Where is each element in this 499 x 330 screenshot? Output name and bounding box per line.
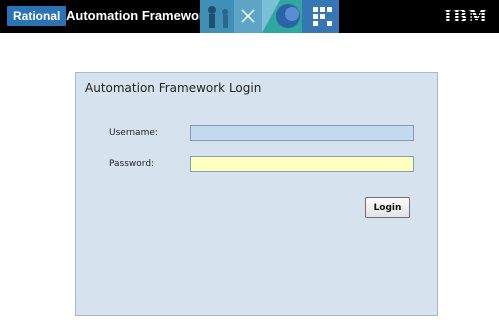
top-header-bar: Rational Automation Framework IBM xyxy=(0,0,499,33)
login-button[interactable]: Login xyxy=(365,197,410,218)
password-input[interactable] xyxy=(190,156,414,172)
rational-brand-badge: Rational xyxy=(7,6,67,26)
app-title: Automation Framework xyxy=(66,8,212,23)
username-input[interactable] xyxy=(190,125,414,141)
login-title: Automation Framework Login xyxy=(85,81,262,95)
svg-text:IBM: IBM xyxy=(444,7,488,25)
username-label: Username: xyxy=(109,128,158,138)
login-panel: Automation Framework Login Username: Pas… xyxy=(75,72,438,316)
header-banner-graphic xyxy=(200,0,339,33)
ibm-logo: IBM xyxy=(444,7,488,25)
password-label: Password: xyxy=(109,159,155,169)
